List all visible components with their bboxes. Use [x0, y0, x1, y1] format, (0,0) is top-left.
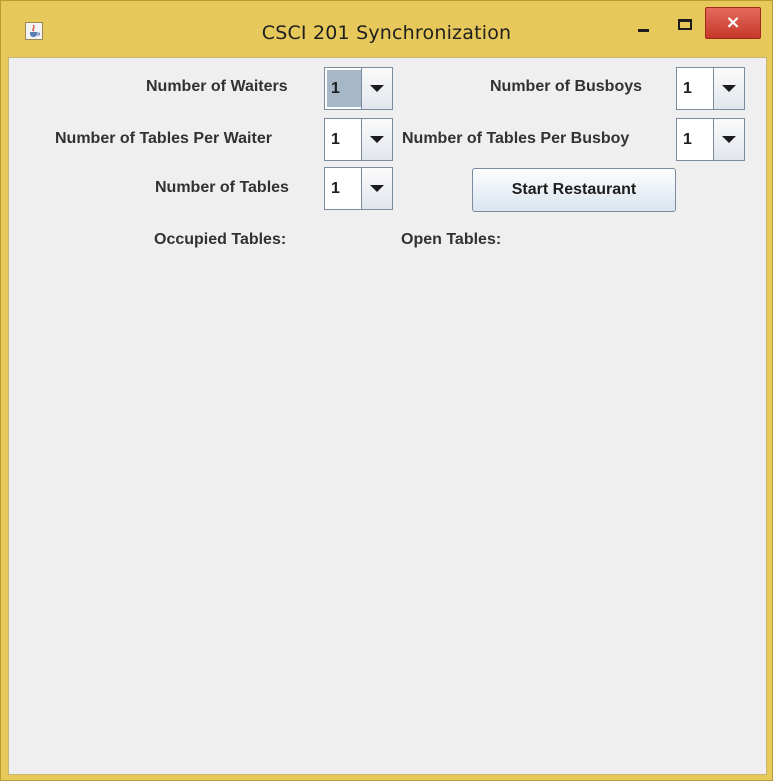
maximize-icon: [678, 18, 692, 30]
chevron-down-icon: [370, 85, 384, 92]
tables-per-busboy-dropdown-button[interactable]: [713, 119, 744, 160]
waiters-label: Number of Waiters: [146, 78, 288, 95]
chevron-down-icon: [722, 136, 736, 143]
tables-per-waiter-combo[interactable]: 1: [324, 118, 393, 161]
waiters-dropdown-button[interactable]: [361, 68, 392, 109]
open-tables-label: Open Tables:: [401, 231, 502, 248]
busboys-combo[interactable]: 1: [676, 67, 745, 110]
close-button[interactable]: ×: [705, 7, 761, 39]
tables-per-waiter-dropdown-button[interactable]: [361, 119, 392, 160]
chevron-down-icon: [722, 85, 736, 92]
tables-combo[interactable]: 1: [324, 167, 393, 210]
maximize-button[interactable]: [665, 9, 705, 39]
start-restaurant-button[interactable]: Start Restaurant: [472, 168, 676, 212]
minimize-button[interactable]: [623, 9, 663, 39]
tables-per-waiter-label: Number of Tables Per Waiter: [55, 130, 272, 147]
chevron-down-icon: [370, 136, 384, 143]
tables-dropdown-button[interactable]: [361, 168, 392, 209]
minimize-icon: [637, 28, 649, 32]
busboys-value: 1: [683, 80, 692, 97]
tables-per-waiter-value: 1: [331, 131, 340, 148]
waiters-value: 1: [327, 70, 361, 107]
tables-label: Number of Tables: [155, 179, 289, 196]
busboys-dropdown-button[interactable]: [713, 68, 744, 109]
waiters-combo[interactable]: 1: [324, 67, 393, 110]
chevron-down-icon: [370, 185, 384, 192]
tables-value: 1: [331, 180, 340, 197]
app-window: CSCI 201 Synchronization × Number of Wai…: [0, 0, 773, 781]
close-icon: ×: [725, 12, 741, 33]
tables-per-busboy-value: 1: [683, 131, 692, 148]
main-panel: Number of Waiters 1 Number of Busboys 1 …: [8, 57, 767, 775]
busboys-label: Number of Busboys: [490, 78, 643, 95]
occupied-tables-label: Occupied Tables:: [154, 231, 287, 248]
tables-per-busboy-label: Number of Tables Per Busboy: [402, 130, 630, 147]
title-bar[interactable]: CSCI 201 Synchronization ×: [1, 1, 772, 57]
tables-per-busboy-combo[interactable]: 1: [676, 118, 745, 161]
